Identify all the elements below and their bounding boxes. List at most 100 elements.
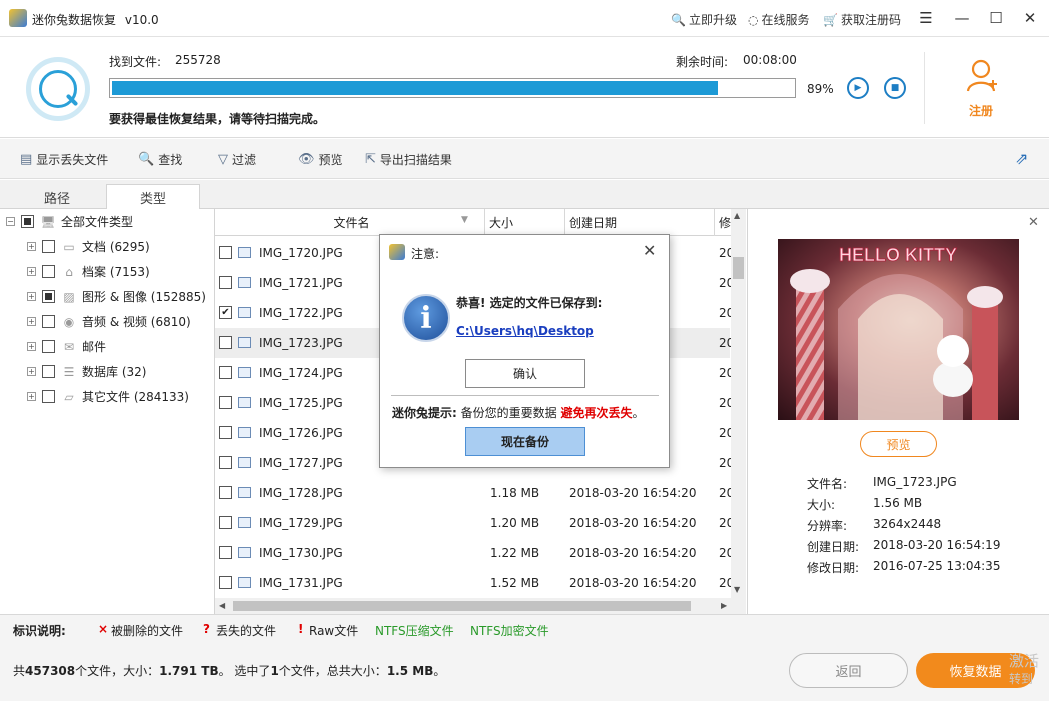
tree-item-checkbox[interactable] (42, 340, 55, 353)
expand-icon[interactable]: + (27, 342, 36, 351)
confirm-button[interactable]: 确认 (465, 359, 585, 388)
info-icon: i (402, 294, 450, 342)
row-checkbox[interactable] (219, 486, 232, 499)
tree-item-checkbox[interactable] (42, 240, 55, 253)
table-row[interactable]: IMG_1730.JPG 1.22 MB 2018-03-20 16:54:20 20 (215, 538, 734, 568)
export-results-button[interactable]: ⇱ 导出扫描结果 (365, 151, 452, 168)
row-checkbox[interactable] (219, 516, 232, 529)
stop-button[interactable]: ■ (884, 77, 906, 99)
image-file-icon (238, 247, 251, 258)
tree-item-label: 档案 (7153) (82, 265, 150, 279)
scroll-left-icon[interactable]: ◀ (219, 601, 225, 610)
status-bar: 共457308个文件，大小：1.791 TB。 选中了1个文件，总共大小：1.5… (0, 642, 1049, 701)
maximize-button[interactable]: ☐ (986, 8, 1006, 28)
computer-icon: 🖥 (40, 214, 56, 229)
saved-path-link[interactable]: C:\Users\hq\Desktop (456, 324, 594, 338)
row-checkbox[interactable] (219, 426, 232, 439)
tip-warning: 避免再次丢失 (560, 406, 633, 420)
menu-button[interactable]: ☰ (916, 8, 936, 28)
tree-root[interactable]: − 🖥 全部文件类型 (0, 209, 214, 234)
tree-item[interactable]: + ✉ 邮件 (0, 334, 214, 359)
header-created[interactable]: 创建日期 (565, 209, 715, 236)
tree-item-label: 邮件 (82, 340, 107, 354)
preview-close-icon[interactable]: ✕ (1028, 215, 1039, 230)
lost-mark-icon: ? (203, 622, 210, 636)
filter-button[interactable]: ▽ 过滤 (218, 151, 256, 168)
header-modified[interactable]: 修 (715, 209, 731, 236)
row-checkbox[interactable] (219, 546, 232, 559)
tree-item-checkbox[interactable] (42, 265, 55, 278)
tree-item-checkbox[interactable] (42, 315, 55, 328)
row-checkbox[interactable] (219, 336, 232, 349)
tree-item-label: 音频 & 视频 (6810) (82, 315, 191, 329)
legend-lost: 丢失的文件 (216, 624, 277, 638)
expand-icon[interactable]: + (27, 367, 36, 376)
vertical-scroll-thumb[interactable] (733, 257, 744, 279)
scan-progress-bar (109, 78, 796, 98)
tree-item[interactable]: + ▨ 图形 & 图像 (152885) (0, 284, 214, 309)
show-lost-files-button[interactable]: ▤ 显示丢失文件 (20, 151, 108, 168)
header-size[interactable]: 大小 (485, 209, 565, 236)
share-button[interactable]: ⇗ (1015, 149, 1028, 168)
close-button[interactable]: ✕ (1020, 8, 1040, 28)
table-row[interactable]: IMG_1731.JPG 1.52 MB 2018-03-20 16:54:20 20 (215, 568, 734, 598)
expand-icon[interactable]: + (27, 317, 36, 326)
register-button[interactable]: 注册 (958, 52, 1010, 122)
back-button[interactable]: 返回 (789, 653, 908, 688)
resume-button[interactable]: ▶ (847, 77, 869, 99)
expand-icon[interactable]: + (27, 392, 36, 401)
expand-icon[interactable]: + (27, 267, 36, 276)
backup-now-button[interactable]: 现在备份 (465, 427, 585, 456)
mail-icon: ✉ (63, 339, 75, 354)
image-file-icon (238, 277, 251, 288)
vertical-scrollbar[interactable]: ▲ ▼ (731, 209, 746, 598)
row-checkbox[interactable] (219, 456, 232, 469)
tree-item-checkbox[interactable] (42, 365, 55, 378)
close-icon: ✕ (1023, 9, 1037, 27)
tree-root-checkbox[interactable] (21, 215, 34, 228)
file-created: 2018-03-20 16:54:20 (569, 546, 697, 560)
info-value: IMG_1723.JPG (873, 475, 957, 489)
horizontal-scrollbar[interactable]: ◀ ▶ (215, 598, 746, 614)
dialog-close-icon[interactable]: ✕ (643, 241, 656, 260)
tab-type[interactable]: 类型 (106, 184, 200, 210)
header-name[interactable]: 文件名 ▼ (215, 209, 485, 236)
minimize-button[interactable]: — (952, 8, 972, 28)
scroll-down-icon[interactable]: ▼ (734, 585, 740, 594)
row-checkbox[interactable]: ✔ (219, 306, 232, 319)
scroll-right-icon[interactable]: ▶ (721, 601, 727, 610)
expand-icon[interactable]: + (27, 242, 36, 251)
get-code-link[interactable]: 🛒 获取注册码 (823, 11, 901, 28)
tree-item-checkbox[interactable] (42, 390, 55, 403)
horizontal-scroll-thumb[interactable] (233, 601, 691, 611)
scroll-up-icon[interactable]: ▲ (734, 211, 740, 220)
tree-item[interactable]: + ☰ 数据库 (32) (0, 359, 214, 384)
preview-scene: HELLO KITTY (790, 245, 1003, 420)
tree-item[interactable]: + ▱ 其它文件 (284133) (0, 384, 214, 409)
online-service-label: 在线服务 (761, 13, 810, 27)
image-file-icon (238, 547, 251, 558)
online-service-link[interactable]: ◌ 在线服务 (748, 11, 810, 28)
expand-icon[interactable]: + (27, 292, 36, 301)
row-checkbox[interactable] (219, 576, 232, 589)
info-value: 3264x2448 (873, 517, 942, 531)
row-checkbox[interactable] (219, 276, 232, 289)
tab-path[interactable]: 路径 (10, 184, 104, 210)
tree-item[interactable]: + ⌂ 档案 (7153) (0, 259, 214, 284)
preview-button[interactable]: 预览 (860, 431, 937, 457)
tree-item-checkbox[interactable] (42, 290, 55, 303)
table-row[interactable]: IMG_1729.JPG 1.20 MB 2018-03-20 16:54:20 20 (215, 508, 734, 538)
preview-sign-text: HELLO KITTY (839, 245, 957, 265)
file-name: IMG_1725.JPG (259, 396, 343, 410)
row-checkbox[interactable] (219, 366, 232, 379)
table-row[interactable]: IMG_1728.JPG 1.18 MB 2018-03-20 16:54:20 20 (215, 478, 734, 508)
find-button[interactable]: 🔍 查找 (138, 151, 182, 168)
tree-item[interactable]: + ▭ 文档 (6295) (0, 234, 214, 259)
row-checkbox[interactable] (219, 396, 232, 409)
row-checkbox[interactable] (219, 246, 232, 259)
activation-watermark: 激活 转到 (1009, 652, 1040, 686)
tree-item[interactable]: + ◉ 音频 & 视频 (6810) (0, 309, 214, 334)
upgrade-link[interactable]: 🔍 立即升级 (671, 11, 737, 28)
collapse-icon[interactable]: − (6, 217, 15, 226)
preview-toolbar-button[interactable]: 👁 预览 (298, 151, 343, 168)
